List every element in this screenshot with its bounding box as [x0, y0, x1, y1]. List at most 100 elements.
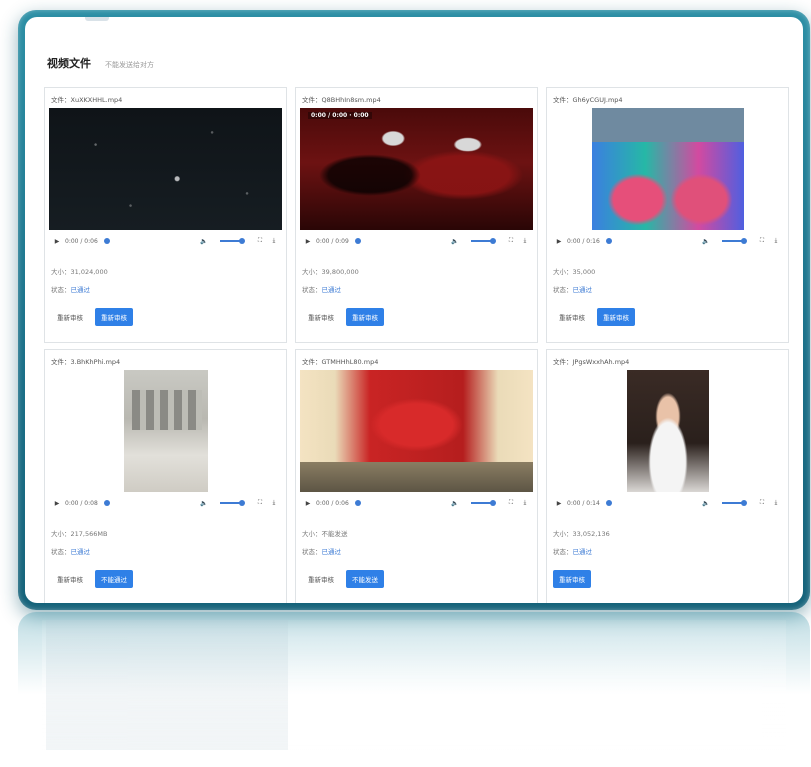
- download-icon[interactable]: ⤓: [270, 237, 278, 245]
- status-value: 已通过: [70, 548, 91, 556]
- review-status: 状态：已通过: [51, 284, 90, 294]
- primary-action-button[interactable]: 重新审核: [597, 308, 635, 326]
- download-icon[interactable]: ⤓: [772, 499, 780, 507]
- page-header: 视频文件 不能发送给对方: [47, 55, 154, 71]
- video-card: 文件：JPgsWxxhAh.mp4 ▶ 0:00 / 0:14 🔈 ⛶ ⤓ 大小…: [546, 349, 789, 603]
- video-filename: 文件：Q8BHhIn8sm.mp4: [302, 96, 381, 104]
- video-thumbnail-corridor[interactable]: [300, 370, 533, 492]
- video-card: 文件：Q8BHhIn8sm.mp4 0:00 / 0:00 · 0:00 ▶ 0…: [295, 87, 538, 343]
- video-grid: 文件：XuXKXHHL.mp4 ▶ 0:00 / 0:06 🔈 ⛶ ⤓ 大小：3…: [44, 87, 789, 603]
- fullscreen-icon[interactable]: ⛶: [507, 499, 515, 507]
- secondary-action-button[interactable]: 重新审核: [51, 308, 89, 326]
- status-value: 已通过: [321, 548, 342, 556]
- volume-slider[interactable]: [722, 500, 747, 506]
- video-player[interactable]: [300, 370, 533, 492]
- download-icon[interactable]: ⤓: [270, 499, 278, 507]
- volume-knob[interactable]: [741, 238, 747, 244]
- download-icon[interactable]: ⤓: [772, 237, 780, 245]
- card-actions: 重新审核 不能通过: [51, 570, 133, 588]
- video-controls: ▶ 0:00 / 0:16 🔈 ⛶ ⤓: [555, 236, 780, 246]
- volume-icon[interactable]: 🔈: [200, 500, 208, 507]
- file-size: 大小：39,800,000: [302, 268, 359, 276]
- volume-knob[interactable]: [490, 238, 496, 244]
- progress-handle[interactable]: [605, 500, 612, 506]
- volume-icon[interactable]: 🔈: [702, 238, 710, 245]
- video-controls: ▶ 0:00 / 0:08 🔈 ⛶ ⤓: [53, 498, 278, 508]
- video-card: 文件：Gh6yCGUJ.mp4 ▶ 0:00 / 0:16 🔈 ⛶ ⤓ 大小：3…: [546, 87, 789, 343]
- play-icon[interactable]: ▶: [304, 238, 312, 245]
- video-controls: ▶ 0:00 / 0:14 🔈 ⛶ ⤓: [555, 498, 780, 508]
- volume-knob[interactable]: [239, 238, 245, 244]
- fullscreen-icon[interactable]: ⛶: [256, 237, 264, 245]
- review-status: 状态：已通过: [51, 546, 90, 556]
- video-filename: 文件：XuXKXHHL.mp4: [51, 96, 123, 104]
- volume-icon[interactable]: 🔈: [702, 500, 710, 507]
- video-card: 文件：XuXKXHHL.mp4 ▶ 0:00 / 0:06 🔈 ⛶ ⤓ 大小：3…: [44, 87, 287, 343]
- progress-handle[interactable]: [103, 238, 110, 244]
- secondary-action-button[interactable]: 重新审核: [302, 308, 340, 326]
- download-icon[interactable]: ⤓: [521, 237, 529, 245]
- video-time: 0:00 / 0:09: [316, 237, 349, 245]
- review-status: 状态：已通过: [553, 284, 592, 294]
- file-size: 大小：不能发送: [302, 530, 348, 538]
- fullscreen-icon[interactable]: ⛶: [758, 237, 766, 245]
- video-thumbnail-concert[interactable]: [591, 108, 744, 230]
- primary-action-button[interactable]: 重新审核: [553, 570, 591, 588]
- fullscreen-icon[interactable]: ⛶: [256, 499, 264, 507]
- volume-knob[interactable]: [490, 500, 496, 506]
- video-time: 0:00 / 0:14: [567, 499, 600, 507]
- video-player[interactable]: [551, 370, 784, 492]
- video-filename: 文件：3.BhKhPhi.mp4: [51, 358, 121, 366]
- volume-slider[interactable]: [471, 238, 496, 244]
- primary-action-button[interactable]: 重新审核: [346, 308, 384, 326]
- status-value: 已通过: [321, 286, 342, 294]
- primary-action-button[interactable]: 不能通过: [95, 570, 133, 588]
- page-title: 视频文件: [47, 57, 91, 70]
- video-thumbnail-snow-street[interactable]: [123, 370, 208, 492]
- video-player[interactable]: [551, 108, 784, 230]
- video-overlay-text: 0:00 / 0:00 · 0:00: [308, 112, 372, 119]
- volume-knob[interactable]: [741, 500, 747, 506]
- card-actions: 重新审核 不能发送: [302, 570, 384, 588]
- review-status: 状态：已通过: [553, 546, 592, 556]
- secondary-action-button[interactable]: 重新审核: [553, 308, 591, 326]
- volume-slider[interactable]: [471, 500, 496, 506]
- progress-handle[interactable]: [354, 238, 361, 244]
- video-controls: ▶ 0:00 / 0:09 🔈 ⛶ ⤓: [304, 236, 529, 246]
- fullscreen-icon[interactable]: ⛶: [507, 237, 515, 245]
- volume-icon[interactable]: 🔈: [451, 238, 459, 245]
- volume-slider[interactable]: [220, 500, 245, 506]
- play-icon[interactable]: ▶: [53, 238, 61, 245]
- video-thumbnail-red-room[interactable]: 0:00 / 0:00 · 0:00: [300, 108, 533, 230]
- video-time: 0:00 / 0:06: [65, 237, 98, 245]
- video-player[interactable]: [49, 108, 282, 230]
- volume-slider[interactable]: [220, 238, 245, 244]
- play-icon[interactable]: ▶: [555, 500, 563, 507]
- video-thumbnail-night-sky[interactable]: [49, 108, 282, 230]
- download-icon[interactable]: ⤓: [521, 499, 529, 507]
- progress-handle[interactable]: [354, 500, 361, 506]
- top-tab-indicator: [85, 17, 109, 21]
- volume-knob[interactable]: [239, 500, 245, 506]
- fullscreen-icon[interactable]: ⛶: [758, 499, 766, 507]
- secondary-action-button[interactable]: 重新审核: [302, 570, 340, 588]
- progress-handle[interactable]: [605, 238, 612, 244]
- card-actions: 重新审核 重新审核: [553, 308, 635, 326]
- volume-icon[interactable]: 🔈: [200, 238, 208, 245]
- primary-action-button[interactable]: 不能发送: [346, 570, 384, 588]
- primary-action-button[interactable]: 重新审核: [95, 308, 133, 326]
- video-card: 文件：3.BhKhPhi.mp4 ▶ 0:00 / 0:08 🔈 ⛶ ⤓ 大小：…: [44, 349, 287, 603]
- play-icon[interactable]: ▶: [53, 500, 61, 507]
- video-thumbnail-selfie[interactable]: [626, 370, 709, 492]
- video-player[interactable]: [49, 370, 282, 492]
- video-player[interactable]: 0:00 / 0:00 · 0:00: [300, 108, 533, 230]
- volume-slider[interactable]: [722, 238, 747, 244]
- play-icon[interactable]: ▶: [555, 238, 563, 245]
- review-status: 状态：已通过: [302, 546, 341, 556]
- file-size: 大小：35,000: [553, 268, 596, 276]
- volume-icon[interactable]: 🔈: [451, 500, 459, 507]
- video-time: 0:00 / 0:08: [65, 499, 98, 507]
- secondary-action-button[interactable]: 重新审核: [51, 570, 89, 588]
- progress-handle[interactable]: [103, 500, 110, 506]
- play-icon[interactable]: ▶: [304, 500, 312, 507]
